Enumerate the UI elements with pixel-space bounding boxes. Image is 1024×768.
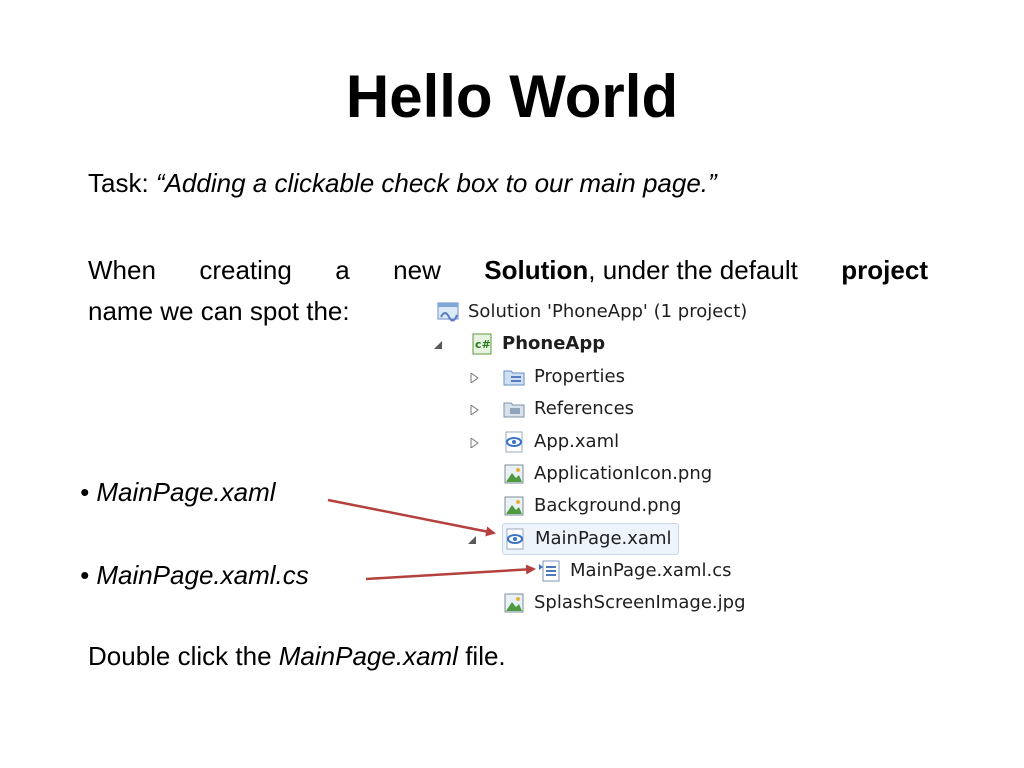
collapsed-arrow-icon[interactable]	[470, 405, 480, 415]
image-icon	[502, 494, 526, 518]
intro-line-1: When creating a new Solution, under the …	[88, 250, 928, 291]
tree-solution-node[interactable]: Solution 'PhoneApp' (1 project)	[436, 297, 747, 327]
solution-term: Solution, under the default	[484, 255, 798, 285]
word: When	[88, 255, 156, 285]
properties-icon	[502, 365, 526, 389]
task-label: Task:	[88, 168, 156, 198]
expanded-arrow-icon[interactable]	[468, 535, 478, 545]
bullet-mainpage-xaml: • MainPage.xaml	[80, 477, 276, 507]
word: new	[393, 255, 441, 285]
expanded-arrow-icon[interactable]	[434, 340, 444, 350]
tree-item-mainpage-xaml-cs[interactable]: MainPage.xaml.cs	[538, 556, 731, 586]
tree-project-node[interactable]: c# PhoneApp	[470, 329, 605, 359]
tree-item-references[interactable]: References	[502, 394, 634, 424]
collapsed-arrow-icon[interactable]	[470, 373, 480, 383]
solution-icon	[436, 300, 460, 324]
solution-explorer-tree: Solution 'PhoneApp' (1 project) c# Phone…	[430, 294, 790, 624]
csharp-project-icon: c#	[470, 332, 494, 356]
tree-item-background[interactable]: Background.png	[502, 491, 681, 521]
references-icon	[502, 397, 526, 421]
xaml-icon	[502, 430, 526, 454]
tree-item-mainpage-xaml[interactable]: MainPage.xaml	[502, 523, 679, 555]
instruction-line: Double click the MainPage.xaml file.	[88, 641, 506, 671]
word: a	[335, 255, 350, 285]
cs-file-icon	[538, 559, 562, 583]
image-icon	[502, 591, 526, 615]
svg-text:c#: c#	[475, 338, 491, 351]
bullet-mainpage-xaml-cs: • MainPage.xaml.cs	[80, 560, 309, 590]
task-text: “Adding a clickable check box to our mai…	[155, 168, 717, 198]
tree-item-app-xaml[interactable]: App.xaml	[502, 427, 619, 457]
tree-item-properties[interactable]: Properties	[502, 362, 625, 392]
collapsed-arrow-icon[interactable]	[470, 438, 480, 448]
xaml-icon	[503, 527, 527, 551]
tree-item-application-icon[interactable]: ApplicationIcon.png	[502, 459, 712, 489]
word: creating	[199, 255, 292, 285]
slide-title: Hello World	[345, 63, 679, 130]
image-icon	[502, 462, 526, 486]
tree-item-splash-screen[interactable]: SplashScreenImage.jpg	[502, 588, 746, 618]
project-term: project	[841, 255, 928, 285]
task-line: Task: “Adding a clickable check box to o…	[88, 168, 717, 199]
